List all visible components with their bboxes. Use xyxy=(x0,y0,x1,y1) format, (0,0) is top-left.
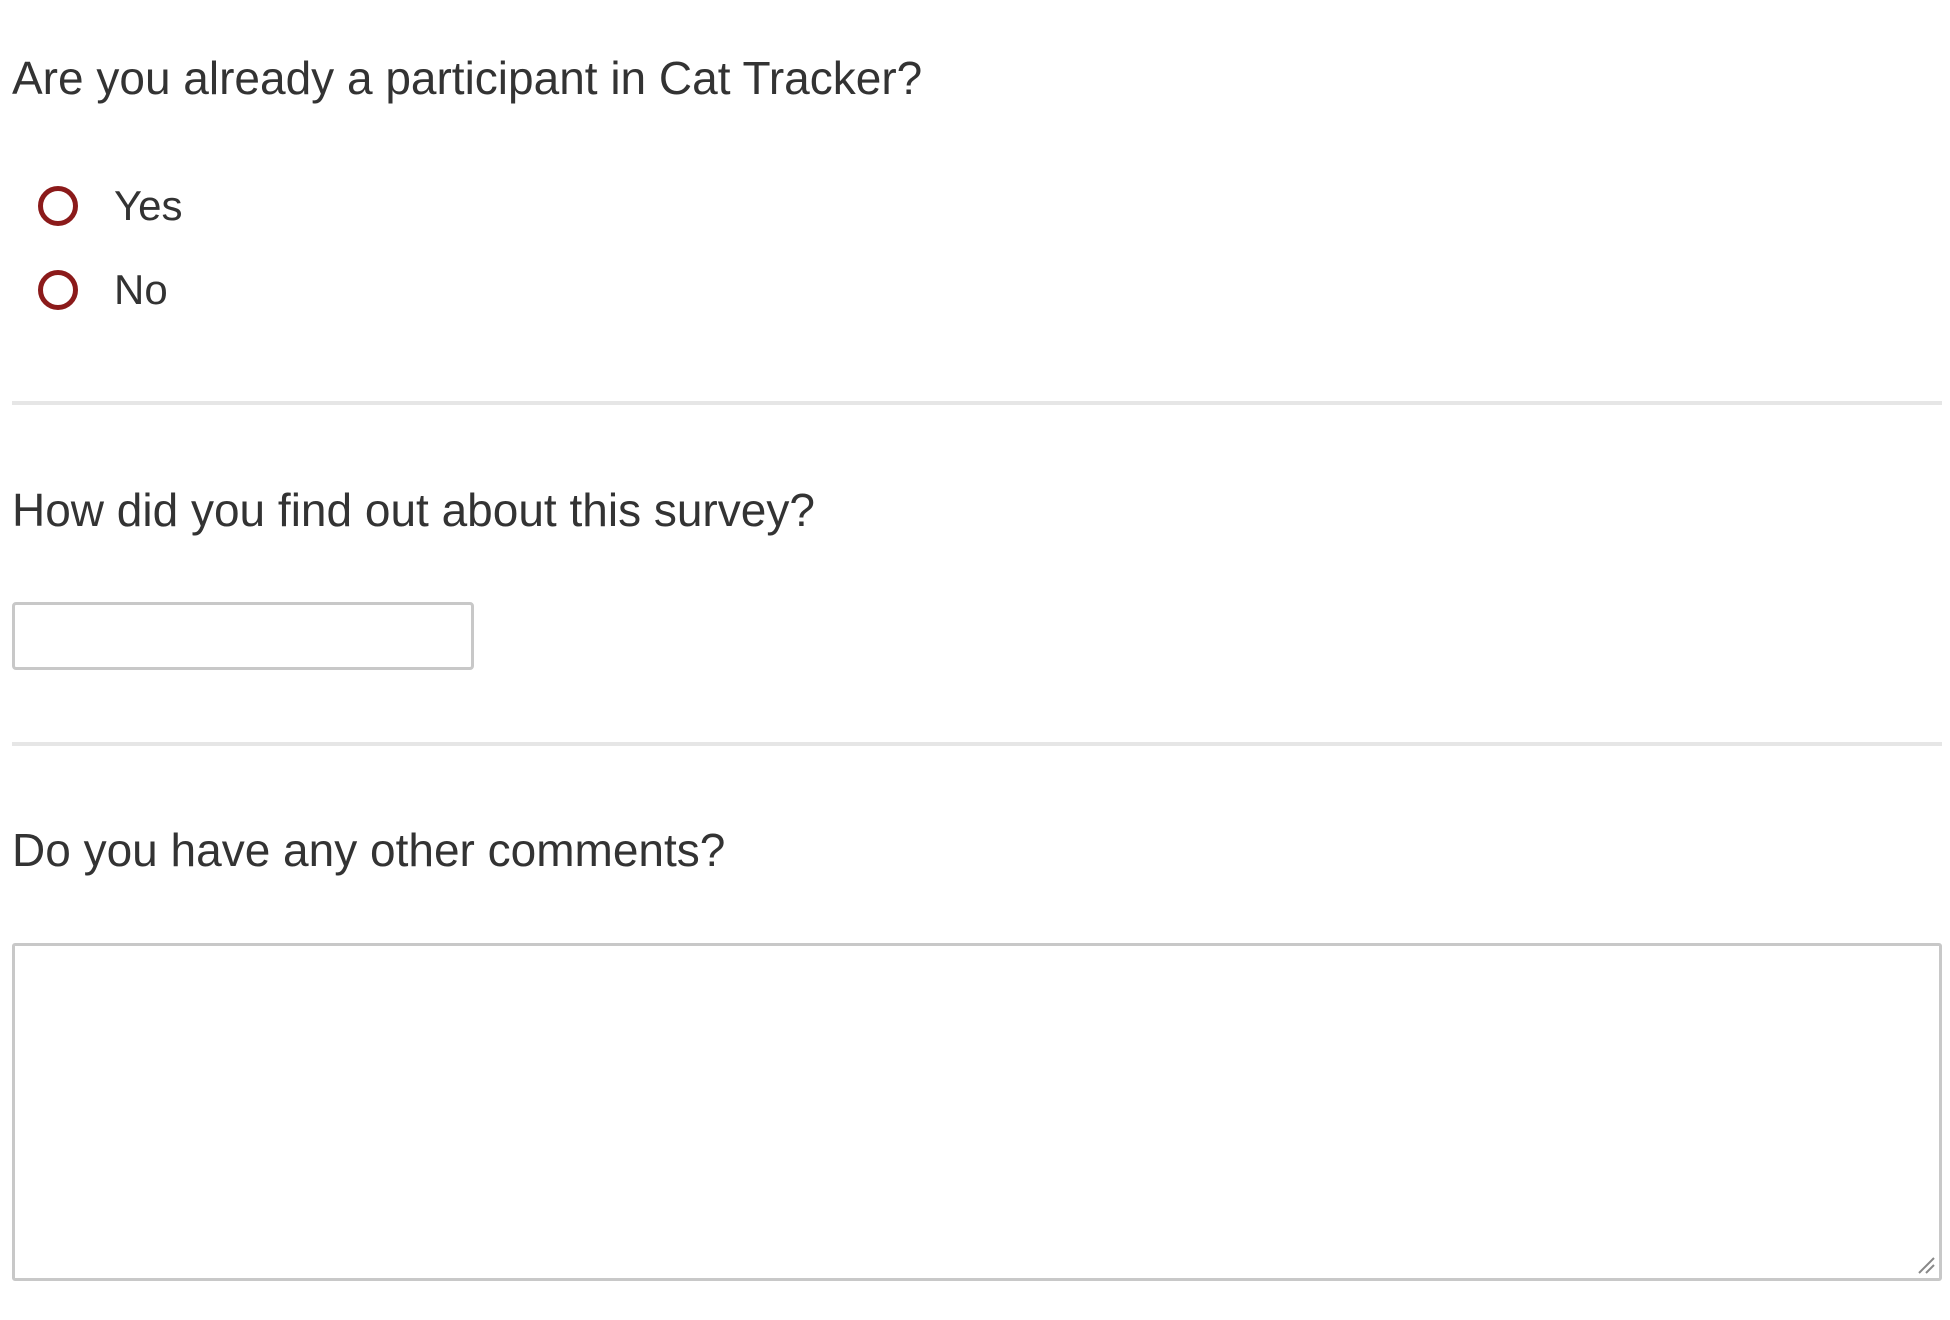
radio-label-no[interactable]: No xyxy=(114,269,168,311)
question-source-title: How did you find out about this survey? xyxy=(12,484,815,536)
section-divider xyxy=(12,742,1942,746)
radio-label-yes[interactable]: Yes xyxy=(114,185,183,227)
radio-option-no[interactable]: No xyxy=(38,262,168,318)
question-comments-title: Do you have any other comments? xyxy=(12,824,726,876)
radio-unchecked-icon[interactable] xyxy=(38,270,78,310)
resize-handle-icon[interactable] xyxy=(1915,1254,1935,1274)
survey-form: Are you already a participant in Cat Tra… xyxy=(12,0,1942,1320)
question-participant-title: Are you already a participant in Cat Tra… xyxy=(12,52,923,104)
survey-source-input[interactable] xyxy=(12,602,474,670)
section-divider xyxy=(12,401,1942,405)
comments-textarea[interactable] xyxy=(12,943,1942,1281)
radio-unchecked-icon[interactable] xyxy=(38,186,78,226)
radio-option-yes[interactable]: Yes xyxy=(38,178,183,234)
